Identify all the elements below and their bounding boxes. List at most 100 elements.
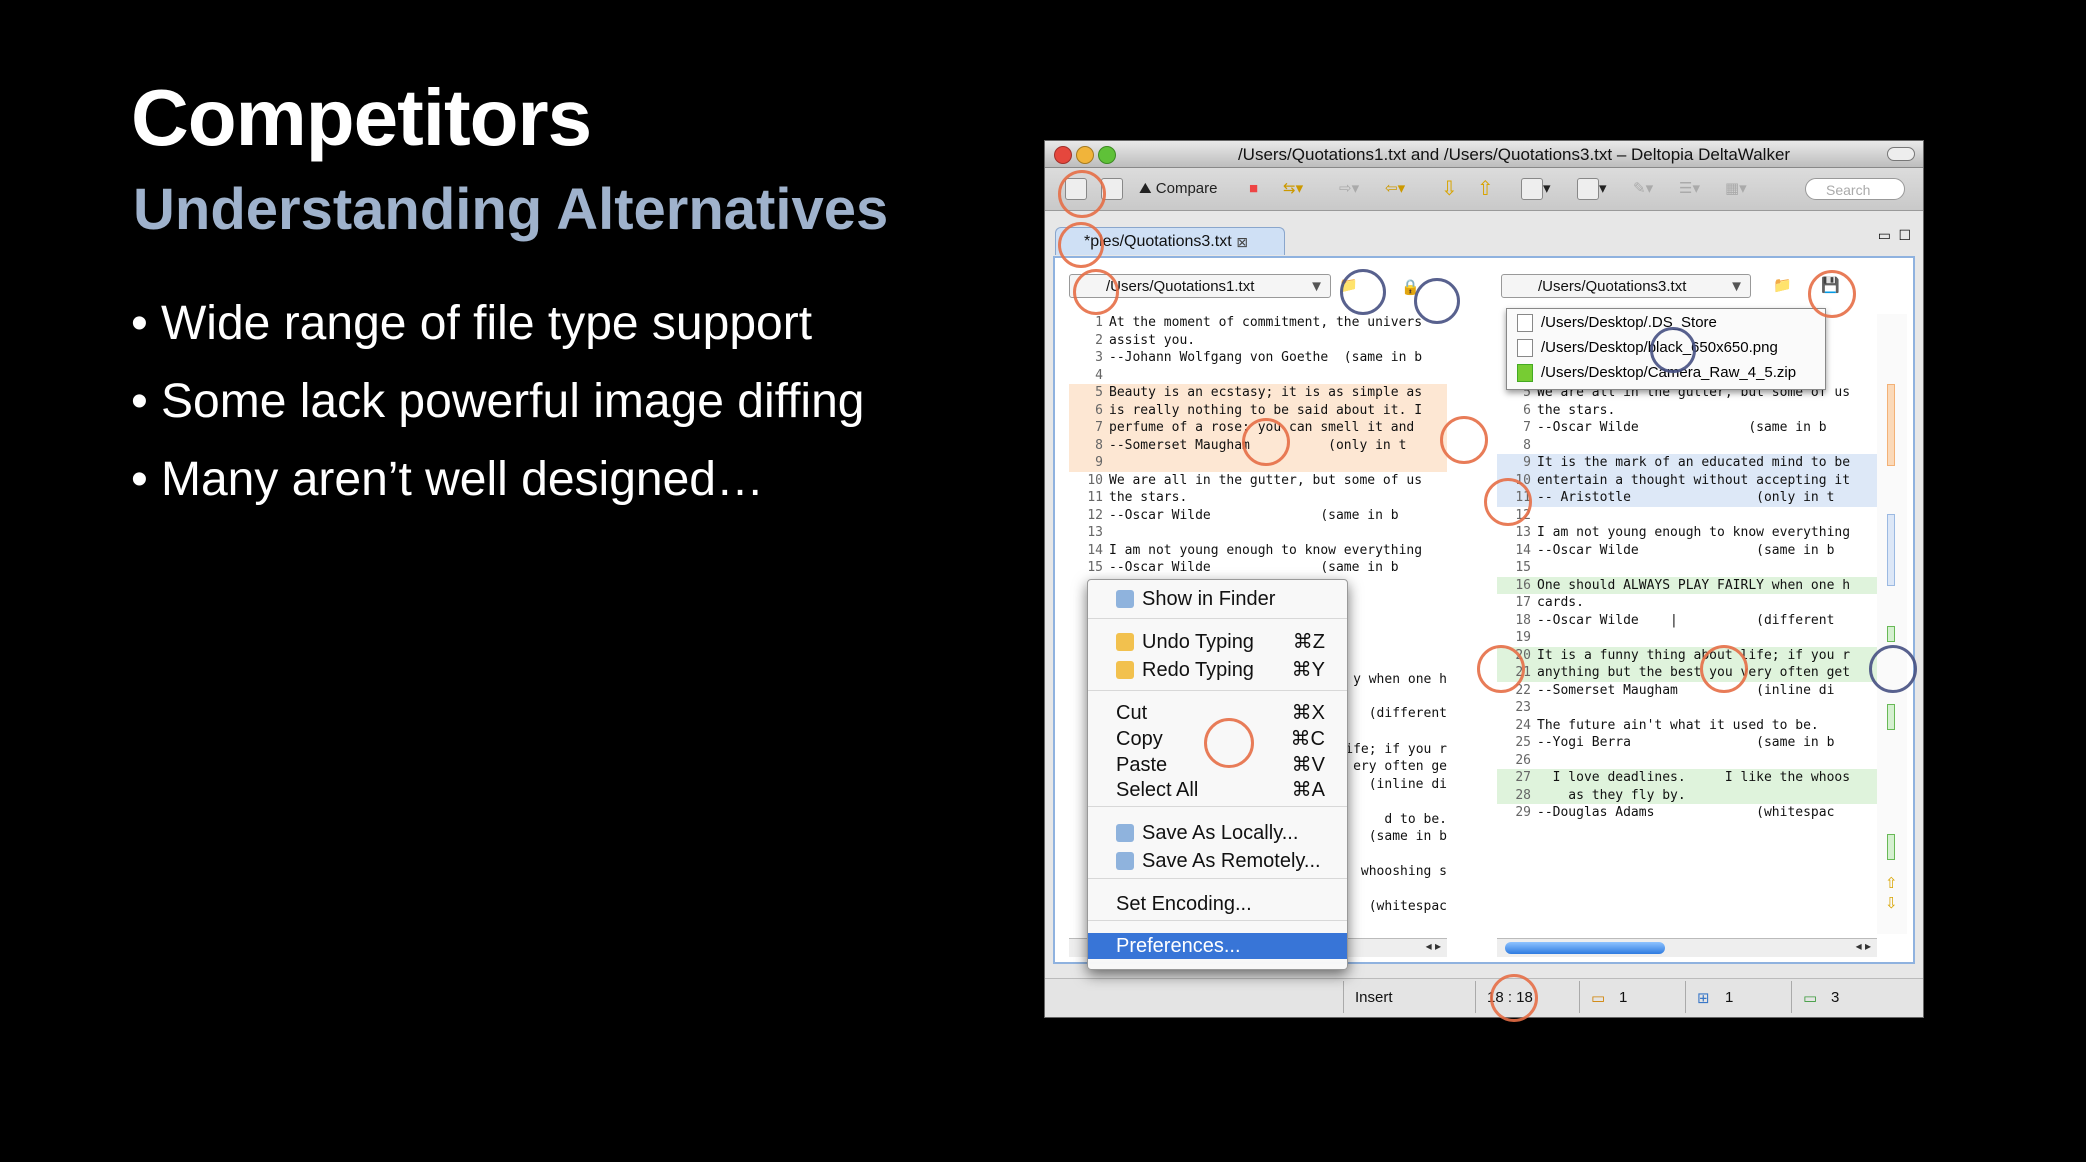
save-remote-icon [1116,852,1134,870]
annotation-ring [1058,170,1106,218]
code-line[interactable]: 28 as they fly by. [1497,786,1877,804]
line-number: 6 [1095,402,1103,418]
code-line[interactable]: 24 The future ain't what it used to be. [1497,717,1877,735]
stop-icon[interactable]: ■ [1249,178,1258,200]
bullet-item: • Some lack powerful image diffing [131,372,864,450]
code-line[interactable]: 14 --Oscar Wilde (same in b [1497,542,1877,560]
code-line[interactable]: 15 --Oscar Wilde (same in b [1069,559,1447,577]
overview-ruler[interactable]: ⇧ ⇩ [1877,314,1907,934]
compare-button[interactable]: ⛰ Compare [1139,178,1217,200]
menu-item-set-encoding[interactable]: Set Encoding... [1088,891,1347,917]
menu-shortcut: ⌘X [1291,702,1325,724]
right-folder-icon[interactable]: 📁 [1773,276,1792,294]
line-text: It is the mark of an educated mind to be [1537,455,1851,470]
added-icon: ⊞ [1697,990,1710,1007]
prev-diff-icon[interactable]: ⇧ [1477,178,1494,200]
line-text: I am not young enough to know everything [1537,525,1851,540]
annotation-ring [1869,645,1917,693]
code-line[interactable]: 13 [1069,524,1447,542]
code-line[interactable]: 17 cards. [1497,594,1877,612]
code-line[interactable]: 7 --Oscar Wilde (same in b [1497,419,1877,437]
line-text: entertain a thought without accepting it [1537,472,1851,488]
annotation-ring [1073,269,1119,315]
toolbar-toggle-button[interactable] [1887,147,1915,161]
code-line[interactable]: 11 -- Aristotle (only in t [1497,489,1877,507]
code-line[interactable]: 18 --Oscar Wilde | (different [1497,612,1877,630]
line-text: --Oscar Wilde (same in b [1537,542,1835,558]
line-text: --Somerset Maugham (inline di [1537,682,1835,698]
right-text-pane[interactable]: 5 We are all in the gutter, but some of u… [1497,314,1878,934]
code-line[interactable]: 23 [1497,699,1877,717]
right-path-combo[interactable]: /Users/Quotations3.txt ▼ [1501,274,1751,298]
code-line[interactable]: 4 [1069,367,1447,385]
panes-icon[interactable]: ▾ [1577,178,1607,201]
bullet-dot: • [131,453,148,506]
line-text: -- Aristotle (only in t [1537,490,1835,505]
next-diff-icon[interactable]: ⇩ [1441,178,1458,200]
line-number: 15 [1515,560,1531,575]
code-line[interactable]: 19 [1497,629,1877,647]
code-line[interactable]: 14 I am not young enough to know everythi… [1069,542,1447,560]
code-line[interactable]: 13 I am not young enough to know everythi… [1497,524,1877,542]
menu-item-redo-typing[interactable]: Redo Typing ⌘Y [1088,657,1347,683]
code-line[interactable]: 20 It is a funny thing about life; if you… [1497,646,1877,664]
recent-file-item[interactable]: /Users/Desktop/black_650x650.png [1517,336,1778,360]
menu-item-preferences[interactable]: Preferences... [1088,933,1347,959]
maximize-view-icon[interactable]: ☐ [1898,227,1911,244]
menu-item-save-as-remotely[interactable]: Save As Remotely... [1088,848,1347,874]
line-number: 2 [1095,332,1103,348]
copy-right-icon[interactable]: ⇨▾ [1339,178,1359,200]
code-line[interactable]: 2 assist you. [1069,332,1447,350]
line-text: the stars. [1537,402,1616,418]
tab-close-icon[interactable]: ⊠ [1236,228,1248,256]
line-text: --Johann Wolfgang von Goethe (same in b [1109,350,1423,365]
code-line[interactable]: 25 --Yogi Berra (same in b [1497,734,1877,752]
search-input[interactable]: Search [1805,178,1905,200]
code-line[interactable]: 16 One should ALWAYS PLAY FAIRLY when one… [1497,576,1877,594]
context-menu: Show in Finder Undo Typing ⌘Z Redo Typing ⌘Y… [1087,579,1348,970]
code-line[interactable]: 12 [1497,507,1877,525]
minimize-view-icon[interactable]: ▭ [1878,227,1891,244]
annotation-ring [1242,418,1290,466]
code-line[interactable]: 22 --Somerset Maugham (inline di [1497,682,1877,700]
code-line[interactable]: 6 the stars. [1497,402,1877,420]
code-line[interactable]: 10 entertain a thought without accepting … [1497,471,1877,489]
menu-item-label: Undo Typing [1142,631,1254,653]
menu-item-save-as-locally[interactable]: Save As Locally... [1088,820,1347,846]
menu-item-select-all[interactable]: Select All ⌘A [1088,777,1347,803]
menu-item-label: Select All [1116,779,1199,801]
code-line[interactable]: 9 It is the mark of an educated mind to b… [1497,454,1877,472]
menu-item-undo-typing[interactable]: Undo Typing ⌘Z [1088,629,1347,655]
prev-change-icon[interactable]: ⇩ [1885,894,1898,912]
tree-icon[interactable]: ☰▾ [1679,178,1700,200]
code-line[interactable]: 1 At the moment of commitment, the univer… [1069,314,1447,332]
code-line[interactable]: 5 Beauty is an ecstasy; it is as simple a… [1069,384,1447,402]
bullet-item: • Wide range of file type support [131,294,864,372]
code-line[interactable]: 26 [1497,752,1877,770]
line-number: 9 [1095,455,1103,470]
undo-icon [1116,633,1134,651]
line-number: 24 [1515,717,1531,733]
line-number: 14 [1515,542,1531,558]
menu-item-show-in-finder[interactable]: Show in Finder [1088,586,1347,612]
layout-icon[interactable]: ▾ [1521,178,1551,201]
code-line[interactable]: 6 is really nothing to be said about it. … [1069,401,1447,419]
code-line[interactable]: 21 anything but the best you very often g… [1497,664,1877,682]
scroll-thumb[interactable] [1505,942,1665,954]
grid-icon[interactable]: ▦▾ [1725,178,1747,200]
code-line[interactable]: 3 --Johann Wolfgang von Goethe (same in b [1069,349,1447,367]
sync-icon[interactable]: ⇆▾ [1283,178,1303,200]
code-line[interactable]: 8 [1497,437,1877,455]
copy-left-icon[interactable]: ⇦▾ [1385,178,1405,200]
filter-icon[interactable]: ✎▾ [1633,178,1653,200]
code-line[interactable]: 10 We are all in the gutter, but some of … [1069,472,1447,490]
right-horizontal-scrollbar[interactable]: ◂ ▸ [1497,938,1877,957]
code-line[interactable]: 15 [1497,559,1877,577]
code-line[interactable]: 12 --Oscar Wilde (same in b [1069,507,1447,525]
next-change-icon[interactable]: ⇧ [1885,874,1898,892]
code-line[interactable]: 27 I love deadlines. I like the whoos [1497,769,1877,787]
edit-mode: Insert [1355,989,1393,1006]
code-line[interactable]: 29 --Douglas Adams (whitespac [1497,804,1877,822]
annotation-ring [1808,270,1856,318]
code-line[interactable]: 11 the stars. [1069,489,1447,507]
